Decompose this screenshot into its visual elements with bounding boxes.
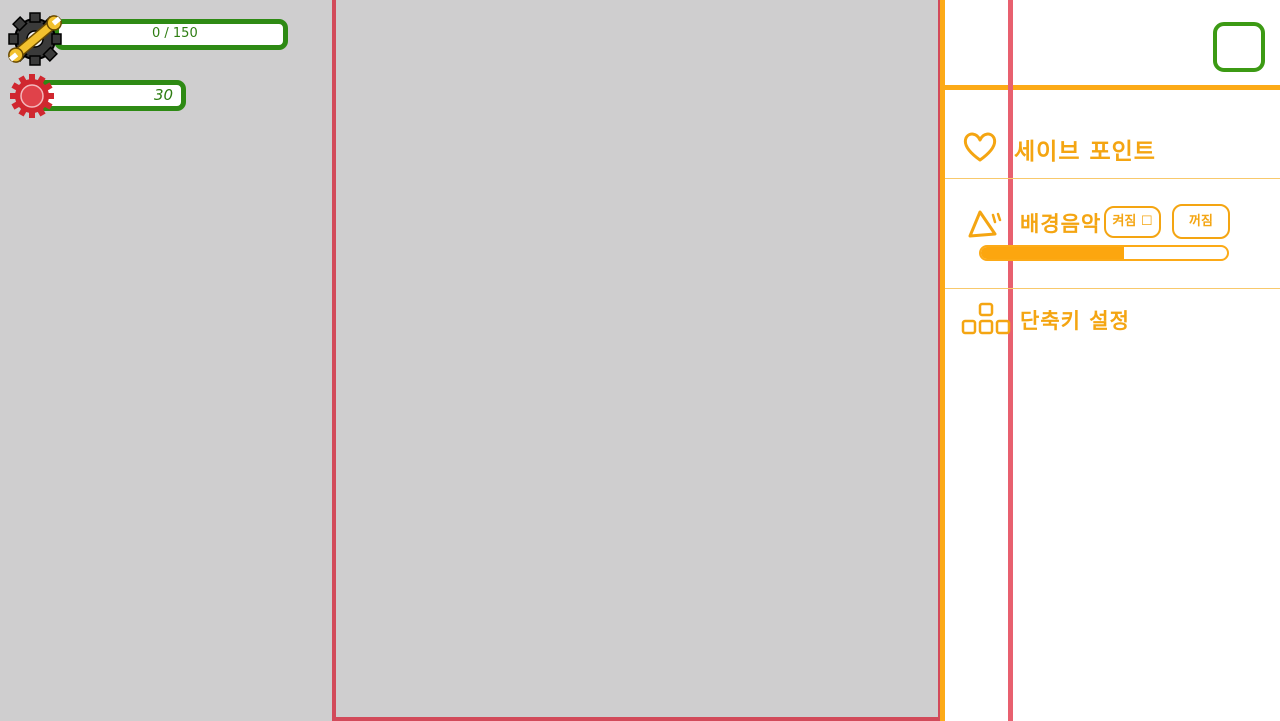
heart-icon (963, 132, 997, 162)
panel-header-divider (945, 85, 1280, 90)
wrench-gear-icon (8, 12, 62, 66)
bgm-on-button[interactable]: 켜짐 ☐ (1104, 206, 1161, 238)
play-area[interactable] (332, 0, 942, 721)
red-gear-icon (10, 74, 54, 118)
bgm-off-button[interactable]: 꺼짐 (1172, 204, 1230, 239)
bgm-volume-fill (981, 247, 1124, 259)
menu-divider (945, 178, 1280, 179)
gear-count-label: 30 (154, 86, 174, 104)
shortcut-settings-label[interactable]: 단축키 설정 (1020, 305, 1130, 335)
panel-guide-line (1008, 0, 1013, 721)
save-point-label[interactable]: 세이브 포인트 (1014, 132, 1156, 166)
bgm-label: 배경음악 (1020, 212, 1102, 236)
keys-icon (961, 302, 1011, 335)
close-button[interactable] (1213, 22, 1265, 72)
settings-panel (940, 0, 1280, 721)
menu-divider (945, 288, 1280, 289)
repair-progress-label: 0 / 150 (152, 26, 198, 41)
speaker-icon (968, 210, 1002, 238)
bgm-volume-slider[interactable] (979, 245, 1229, 261)
